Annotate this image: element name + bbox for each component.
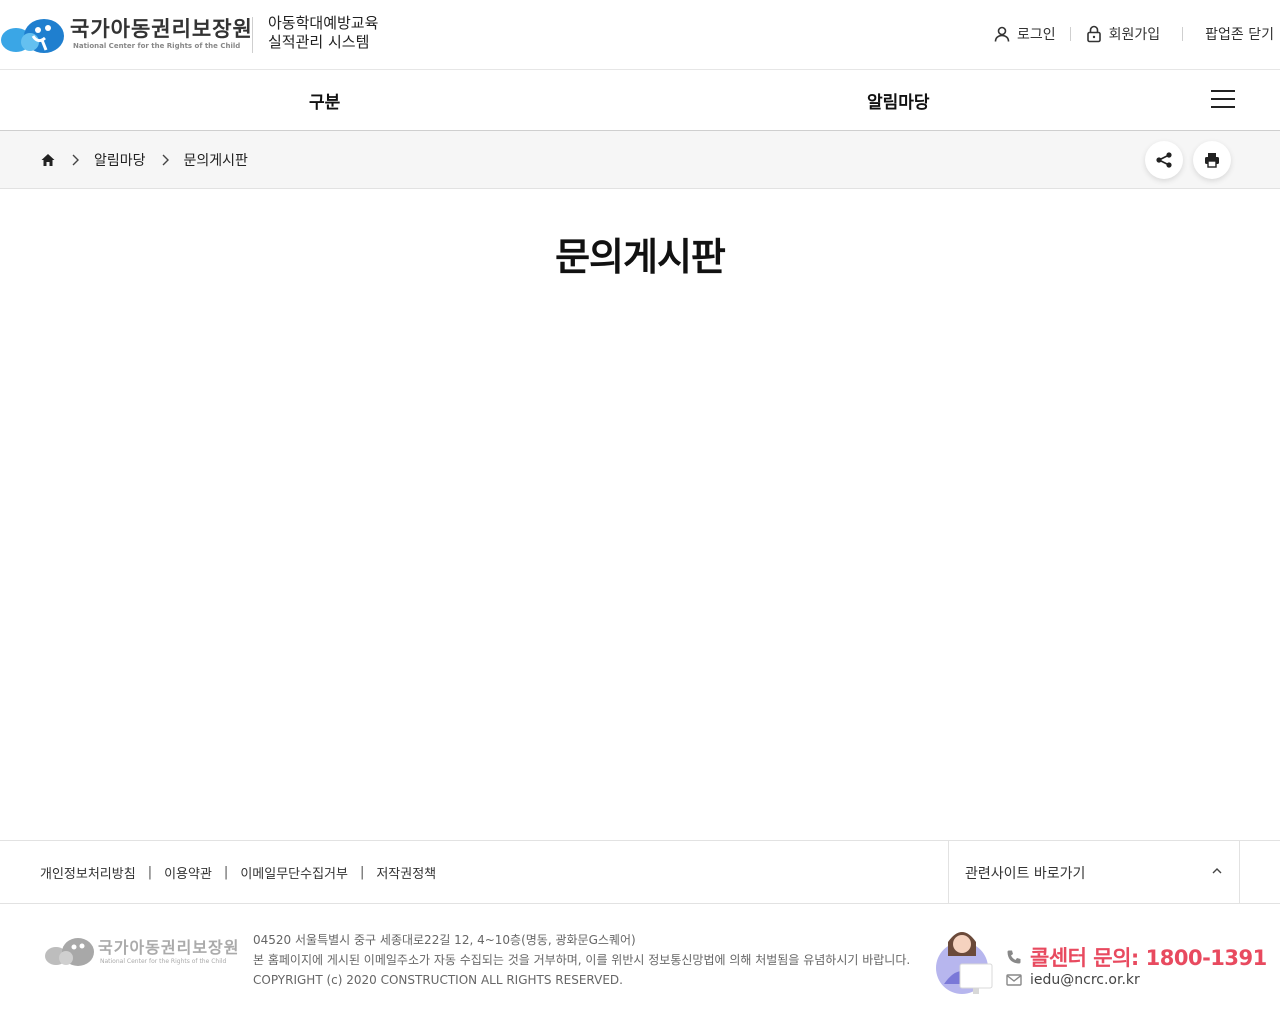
logo-text-ko: 국가아동권리보장원 — [70, 17, 253, 41]
user-icon — [994, 26, 1010, 42]
footer-link-divider: | — [223, 865, 229, 880]
lock-icon — [1086, 25, 1101, 43]
counselor-illustration-icon — [936, 932, 993, 994]
breadcrumb: 알림마당 문의게시판 — [40, 150, 248, 170]
print-button[interactable] — [1193, 141, 1231, 179]
chevron-up-icon — [1212, 868, 1222, 874]
util-divider — [1069, 27, 1071, 41]
site-header: 국가아동권리보장원 National Center for the Rights… — [0, 0, 1280, 70]
popup-close-link[interactable]: 팝업존 닫기 — [1205, 24, 1274, 44]
gnb-item-notice[interactable]: 알림마당 — [867, 88, 930, 113]
footer-policy-links: 개인정보처리방침 | 이용약관 | 이메일무단수집거부 | 저작권정책 — [40, 863, 436, 882]
phone-icon — [1007, 950, 1021, 964]
signup-label: 회원가입 — [1108, 27, 1161, 43]
footer-logo: 국가아동권리보장원 National Center for the Rights… — [44, 934, 238, 970]
footer-link-divider: | — [359, 865, 365, 880]
site-logo[interactable]: 국가아동권리보장원 National Center for the Rights… — [0, 12, 252, 58]
related-sites-label: 관련사이트 바로가기 — [965, 866, 1086, 882]
footer-address: 04520 서울특별시 중구 세종대로22길 12, 4~10층(명동, 광화문… — [253, 933, 636, 947]
chevron-right-icon — [70, 154, 80, 166]
system-title-line2: 실적관리 시스템 — [268, 33, 370, 51]
chevron-right-icon — [160, 154, 170, 166]
callcenter-text: 콜센터 문의: 1800-1391 — [1030, 946, 1267, 970]
mail-icon — [1006, 974, 1022, 986]
email-text[interactable]: iedu@ncrc.or.kr — [1030, 972, 1140, 988]
login-label: 로그인 — [1016, 27, 1056, 43]
site-footer: 국가아동권리보장원 National Center for the Rights… — [0, 904, 1280, 1024]
menu-icon[interactable] — [1211, 90, 1235, 110]
breadcrumb-item-current[interactable]: 문의게시판 — [184, 150, 248, 170]
gnb-item-category[interactable]: 구분 — [309, 88, 340, 113]
email-info: iedu@ncrc.or.kr — [1006, 972, 1140, 988]
callcenter-info: 콜센터 문의: 1800-1391 — [1006, 942, 1267, 972]
privacy-policy-link[interactable]: 개인정보처리방침 — [40, 863, 136, 882]
system-title: 아동학대예방교육 실적관리 시스템 — [268, 14, 378, 52]
copyright-policy-link[interactable]: 저작권정책 — [376, 863, 436, 882]
login-link[interactable]: 로그인 — [993, 24, 1056, 44]
print-icon — [1205, 153, 1219, 168]
home-icon[interactable] — [40, 152, 56, 168]
utility-menu: 로그인 회원가입 팝업존 닫기 — [993, 22, 1274, 46]
email-refusal-link[interactable]: 이메일무단수집거부 — [240, 863, 348, 882]
footer-link-divider: | — [147, 865, 153, 880]
breadcrumb-item-notice[interactable]: 알림마당 — [94, 150, 146, 170]
footer-copyright: COPYRIGHT (c) 2020 CONSTRUCTION ALL RIGH… — [253, 973, 623, 987]
logo-divider — [252, 17, 253, 53]
location-bar: 알림마당 문의게시판 — [0, 131, 1280, 189]
terms-link[interactable]: 이용약관 — [164, 863, 212, 882]
footer-info: 04520 서울특별시 중구 세종대로22길 12, 4~10층(명동, 광화문… — [253, 930, 910, 990]
system-title-line1: 아동학대예방교육 — [268, 14, 379, 32]
footer-notice: 본 홈페이지에 게시된 이메일주소가 자동 수집되는 것을 거부하며, 이를 위… — [253, 953, 911, 967]
logo-text-en: National Center for the Rights of the Ch… — [73, 42, 241, 50]
util-divider — [1182, 27, 1184, 41]
footer-logo-mark-icon — [45, 938, 94, 966]
footer-logo-text-ko: 국가아동권리보장원 — [98, 938, 240, 957]
footer-logo-text-en: National Center for the Rights of the Ch… — [100, 958, 227, 965]
footer-links-bar: 개인정보처리방침 | 이용약관 | 이메일무단수집거부 | 저작권정책 관련사이… — [0, 840, 1280, 904]
popup-close-label: 팝업존 닫기 — [1205, 27, 1274, 43]
related-sites-dropdown[interactable]: 관련사이트 바로가기 — [948, 841, 1240, 903]
share-icon — [1156, 152, 1172, 168]
signup-link[interactable]: 회원가입 — [1085, 24, 1161, 44]
main-navigation: 구분 알림마당 — [0, 70, 1280, 131]
share-button[interactable] — [1145, 141, 1183, 179]
page-title: 문의게시판 — [555, 235, 726, 279]
